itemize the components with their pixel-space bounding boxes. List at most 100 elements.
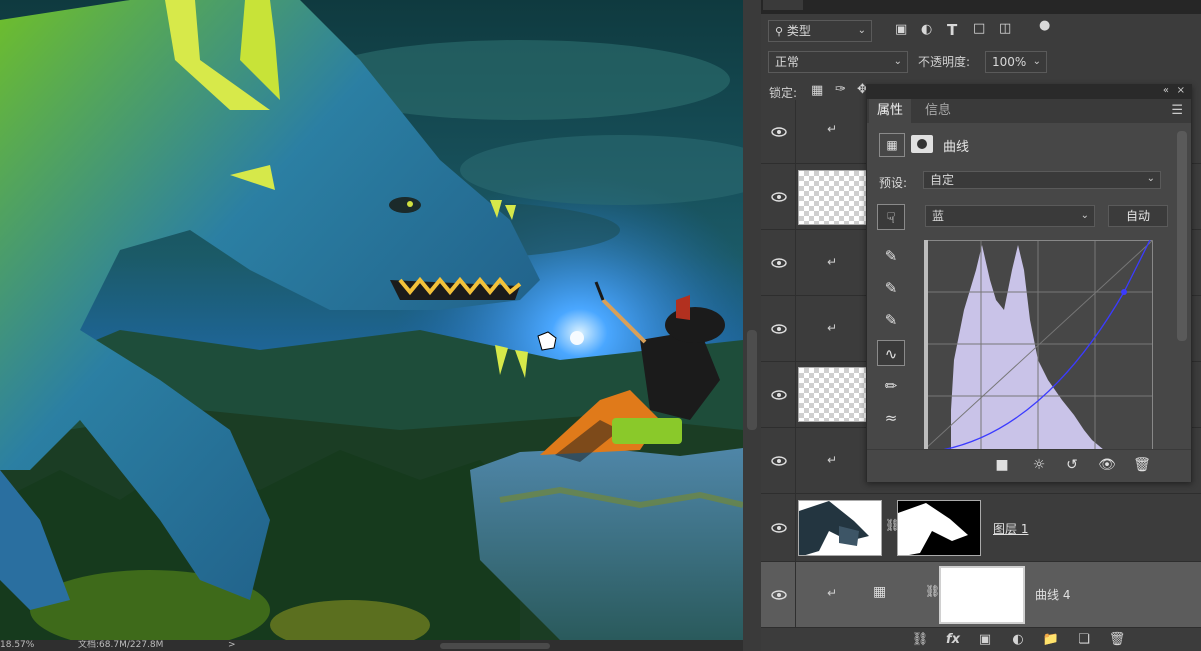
artwork-image [0,0,743,640]
clipping-arrow-icon: ↵ [827,453,838,467]
filter-toggle-icon[interactable]: ● [1039,18,1050,33]
delete-trash-icon[interactable]: 🗑 [1108,632,1126,648]
visibility-eye-icon[interactable] [771,127,787,137]
visibility-eye-icon[interactable] [771,456,787,466]
layer-mask-thumbnail[interactable] [897,500,981,556]
adjustment-name: 曲线 [943,140,970,155]
chevron-down-icon: ⌄ [857,25,866,36]
channel-select[interactable]: 蓝 ⌄ [925,205,1095,227]
row-divider [795,562,796,627]
clipping-arrow-icon: ↵ [827,586,838,600]
reset-icon[interactable]: ↺ [1061,457,1083,475]
link-chain-icon[interactable]: ⛓ [925,584,940,598]
curves-adjustment-icon: ▦ [873,584,887,600]
row-divider [795,230,796,295]
visibility-eye-icon[interactable] [771,192,787,202]
preset-value: 自定 [930,173,955,187]
layer-row-curves4[interactable]: ↵ ▦ ⛓ 曲线 4 [761,562,1201,628]
row-divider [795,428,796,493]
layers-footer-toolbar: ⛓ fx ▣ ◐ 📁 ❏ 🗑 [761,628,1201,651]
new-adjustment-icon[interactable]: ◐ [1009,632,1027,648]
layer-thumbnail[interactable] [798,367,868,422]
document-canvas[interactable] [0,0,743,640]
status-menu-arrow[interactable]: > [228,640,236,651]
type-layer-filter-icon[interactable]: T [947,21,957,39]
panel-top-strip [743,0,1201,14]
properties-bottom-bar: ■ ☼ ↺ 👁 🗑 [867,449,1191,482]
properties-titlebar[interactable]: « × [867,85,1191,99]
row-divider [795,164,796,229]
pencil-icon[interactable]: ✏ [877,373,905,399]
target-adjust-hand-icon[interactable]: ☟ [877,204,905,230]
visibility-eye-icon[interactable] [771,390,787,400]
filter-kind-value: 类型 [786,24,811,38]
panel-menu-icon[interactable]: ☰ [1171,103,1183,118]
chevron-down-icon: ⌄ [1032,56,1041,67]
auto-button[interactable]: 自动 [1108,205,1168,227]
status-bar: 18.57% 文档:68.7M/227.8M > [0,640,743,651]
row-divider [795,100,796,163]
layer-name[interactable]: 曲线 4 [1035,586,1070,603]
visibility-eye-icon[interactable] [771,324,787,334]
clipping-arrow-icon: ↵ [827,321,838,335]
smooth-icon[interactable]: ≈ [877,405,905,431]
opacity-value: 100% [992,55,1027,69]
properties-panel: « × 属性 信息 ☰ ▦ 曲线 预设: 自定 ⌄ ☟ 蓝 ⌄ 自动 ✎ ✎ ✎… [866,84,1192,482]
clipping-arrow-icon: ↵ [827,122,838,136]
collapse-icon[interactable]: « [1163,85,1169,97]
horizontal-scrollbar[interactable] [440,643,550,649]
visibility-eye-icon[interactable] [771,523,787,533]
layer-name[interactable]: 图层 1 [993,520,1028,537]
row-divider [795,362,796,427]
layer-row-layer1[interactable]: ⛓ 图层 1 [761,494,1201,562]
close-icon[interactable]: × [1177,85,1185,97]
preset-select[interactable]: 自定 ⌄ [923,171,1161,189]
blend-mode-select[interactable]: 正常 ⌄ [768,51,908,73]
toggle-visibility-eye-icon[interactable]: 👁 [1096,457,1118,475]
eyedropper-black-icon[interactable]: ✎ [877,243,905,269]
opacity-field[interactable]: 100% ⌄ [985,51,1047,73]
document-size: 文档:68.7M/227.8M [78,640,164,650]
layer-thumbnail[interactable] [798,170,868,225]
chevron-down-icon: ⌄ [1080,210,1089,221]
scroll-thumb[interactable] [747,330,757,430]
eyedropper-gray-icon[interactable]: ✎ [877,275,905,301]
canvas-vertical-scrollbar[interactable] [743,0,761,651]
preset-label: 预设: [879,176,908,190]
chevron-down-icon: ⌄ [1146,173,1155,184]
visibility-eye-icon[interactable] [771,590,787,600]
panel-top-tab[interactable] [763,0,803,10]
adjustment-layer-filter-icon[interactable]: ◐ [921,22,932,37]
smart-object-filter-icon[interactable]: ◫ [999,21,1011,36]
search-icon: ⚲ [775,25,784,38]
lock-label: 锁定: [769,86,798,100]
layer-mask-thumbnail[interactable] [939,566,1025,624]
visibility-eye-icon[interactable] [771,258,787,268]
lock-transparent-icon[interactable]: ▦ [811,83,823,98]
mask-icon[interactable] [911,135,933,153]
lock-image-icon[interactable]: ✑ [835,82,846,97]
row-divider [795,494,796,561]
pixel-layer-filter-icon[interactable]: ▣ [895,22,907,37]
eyedropper-white-icon[interactable]: ✎ [877,307,905,333]
shape-layer-filter-icon[interactable]: □ [973,21,985,36]
new-group-folder-icon[interactable]: 📁 [1042,632,1060,648]
opacity-label: 不透明度: [918,55,971,69]
curves-graph[interactable] [924,240,1153,450]
tab-properties[interactable]: 属性 [869,99,912,123]
layer-thumbnail[interactable] [798,500,882,556]
zoom-level[interactable]: 18.57% [0,640,34,651]
link-layers-icon[interactable]: ⛓ [911,632,929,648]
curve-edit-icon[interactable]: ∿ [877,340,905,366]
layer-style-fx-icon[interactable]: fx [944,632,962,648]
tab-info[interactable]: 信息 [917,99,959,123]
view-previous-state-icon[interactable]: ☼ [1028,457,1050,475]
layer-filter-select[interactable]: ⚲ 类型 ⌄ [768,20,872,42]
clipping-arrow-icon: ↵ [827,255,838,269]
clip-to-layer-icon[interactable]: ■ [991,457,1013,475]
delete-adjustment-icon[interactable]: 🗑 [1131,457,1153,475]
new-layer-icon[interactable]: ❏ [1075,632,1093,648]
add-mask-icon[interactable]: ▣ [976,632,994,648]
curves-icon: ▦ [879,133,905,157]
properties-scrollbar[interactable] [1177,131,1187,341]
